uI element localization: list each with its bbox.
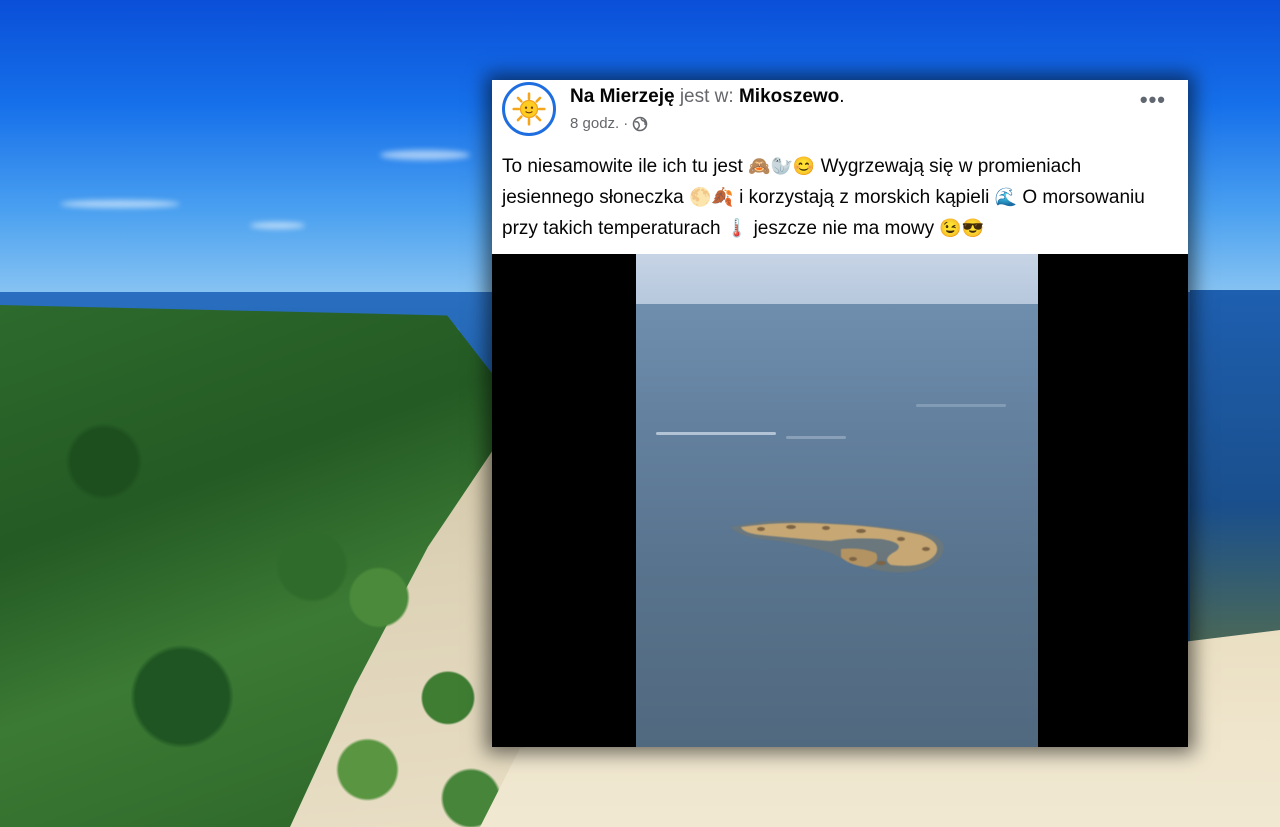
location-suffix: . xyxy=(839,86,845,107)
emoji-group-4: 🌡️ xyxy=(725,218,749,238)
emoji-group-2: 🌕🍂 xyxy=(688,187,734,207)
emoji-group-3: 🌊 xyxy=(994,187,1018,207)
cloud xyxy=(60,200,180,208)
post-time[interactable]: 8 godz. xyxy=(570,115,619,132)
more-options-icon[interactable]: ••• xyxy=(1140,89,1166,111)
text-part-5: jeszcze nie ma mowy xyxy=(753,218,935,239)
sea-right xyxy=(1190,290,1280,650)
location-name[interactable]: Mikoszewo xyxy=(739,86,839,107)
video-sky xyxy=(636,254,1038,306)
post-meta: 8 godz. · xyxy=(570,115,648,132)
globe-icon xyxy=(632,116,648,131)
cloud xyxy=(250,222,305,229)
author-name[interactable]: Na Mierzeję xyxy=(570,86,675,107)
video-wave xyxy=(786,436,846,439)
text-part-3: i korzystają z morskich kąpieli xyxy=(739,187,990,208)
meta-separator: · xyxy=(623,115,629,132)
video-frame[interactable] xyxy=(636,254,1038,747)
text-part-1: To niesamowite ile ich tu jest xyxy=(502,156,743,177)
is-at-label: jest w: xyxy=(679,86,734,107)
facebook-post-card: Na Mierzeję jest w: Mikoszewo. 8 godz. ·… xyxy=(492,80,1188,747)
video-wave xyxy=(916,404,1006,407)
post-text: To niesamowite ile ich tu jest 🙈🦭😊 Wygrz… xyxy=(502,151,1178,244)
sun-icon xyxy=(512,92,546,126)
avatar[interactable] xyxy=(502,82,556,136)
video-wave xyxy=(656,432,776,435)
seal-sandbank xyxy=(731,520,944,573)
cloud xyxy=(380,150,470,160)
post-video[interactable] xyxy=(492,254,1188,747)
post-header: Na Mierzeję jest w: Mikoszewo. xyxy=(570,86,845,108)
emoji-group-1: 🙈🦭😊 xyxy=(748,156,816,176)
emoji-group-5: 😉😎 xyxy=(939,218,985,238)
